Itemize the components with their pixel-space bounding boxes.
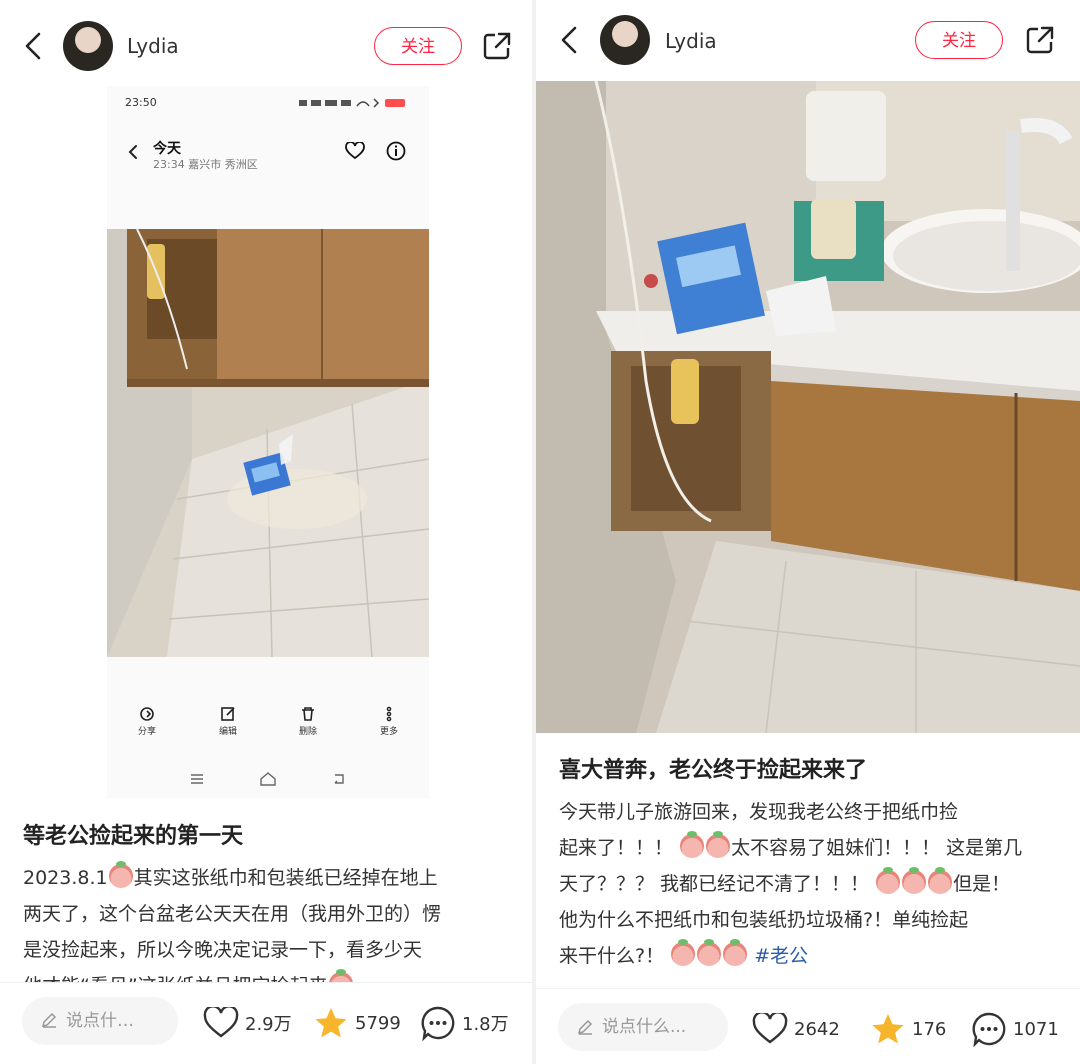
comment-count: 1.8万 [462, 1014, 509, 1035]
like-count: 2642 [794, 1018, 840, 1040]
body-line: 他为什么不把纸巾和包装纸扔垃圾桶?！单纯捡起 [559, 902, 1022, 938]
bathroom-sink-photo [536, 81, 1080, 733]
body-text: 起来了！！！ [559, 837, 674, 859]
post-image-phone-screenshot[interactable]: 23:50 今天 23:34 嘉兴市 秀洲区 分享 编辑 删除 更多 [107, 86, 429, 798]
post-title: 喜大普奔，老公终于捡起来来了 [559, 758, 868, 783]
post-header: Lydia 关注 [536, 0, 1080, 86]
trash-icon [302, 707, 314, 721]
body-line: 两天了，这个台盆老公天天在用（我用外卫的）愣 [23, 896, 441, 932]
post-body: 今天带儿子旅游回来，发现我老公终于把纸巾捡 起来了！！！ 太不容易了姐妹们！！！… [559, 794, 1022, 974]
bottom-action-bar: 说点什… 2.9万 5799 1.8万 [0, 982, 532, 1064]
star-icon [872, 1014, 904, 1044]
crying-emoji-icon [680, 831, 705, 858]
left-post-panel: Lydia 关注 23:50 今天 23:34 嘉兴市 秀洲区 分享 编辑 删除… [0, 0, 532, 1064]
home-icon[interactable] [259, 771, 277, 787]
collect-button[interactable]: 176 [870, 1009, 946, 1049]
body-text: 但是！ [953, 873, 1011, 895]
body-line: 2023.8.1 其实这张纸巾和包装纸已经掉在地上 [23, 860, 441, 896]
avatar[interactable] [600, 15, 650, 65]
status-time: 23:50 [125, 96, 157, 109]
tool-delete-label: 删除 [298, 727, 317, 737]
comment-bubble-icon [421, 1006, 455, 1041]
menu-icon[interactable] [189, 772, 205, 786]
right-post-panel: Lydia 关注 喜大普奔，老公终于捡起来来了 今天带儿子旅游回来，发现我老公终… [536, 0, 1080, 1064]
body-line: 来干什么?！ #老公 [559, 938, 1022, 974]
body-text: 是没捡起来，所以今晚决定记录一下，看多少天 [23, 939, 423, 961]
heart-icon [203, 1007, 239, 1038]
bottom-action-bar: 说点什么... 2642 176 1071 [536, 988, 1080, 1064]
more-icon [386, 706, 392, 722]
heart-icon [752, 1013, 788, 1044]
album-meta: 23:34 嘉兴市 秀洲区 [153, 158, 258, 171]
like-count: 2.9万 [245, 1014, 292, 1035]
follow-button[interactable]: 关注 [374, 27, 462, 65]
body-text: 天了？？？ 我都已经记不清了！！！ [559, 873, 870, 895]
body-line: 起来了！！！ 太不容易了姐妹们！！！ 这是第几 [559, 830, 1022, 866]
body-text: 他为什么不把纸巾和包装纸扔垃圾桶?！单纯捡起 [559, 909, 969, 931]
tool-share[interactable]: 分享 [127, 706, 167, 737]
album-navbar: 今天 23:34 嘉兴市 秀洲区 [107, 126, 429, 186]
crying-emoji-icon [928, 867, 953, 894]
like-button[interactable]: 2.9万 [203, 1003, 292, 1043]
system-nav-bar [107, 768, 429, 792]
heart-icon[interactable] [345, 142, 365, 160]
hashtag-link[interactable]: #老公 [754, 945, 808, 967]
back-arrow-icon[interactable] [558, 24, 580, 56]
comment-button[interactable]: 1.8万 [420, 1003, 509, 1043]
body-line: 今天带儿子旅游回来，发现我老公终于把纸巾捡 [559, 794, 1022, 830]
like-button[interactable]: 2642 [752, 1009, 840, 1049]
comment-count: 1071 [1013, 1018, 1059, 1040]
post-header: Lydia 关注 [0, 0, 532, 86]
body-text: 两天了，这个台盆老公天天在用（我用外卫的）愣 [23, 903, 442, 925]
tool-more-label: 更多 [379, 727, 398, 737]
pen-icon [577, 1019, 593, 1035]
crying-emoji-icon [697, 939, 722, 966]
crying-emoji-icon [706, 831, 731, 858]
body-text: 来干什么?！ [559, 945, 665, 967]
tool-share-label: 分享 [137, 727, 156, 737]
album-title: 今天 [153, 141, 181, 157]
username[interactable]: Lydia [127, 34, 179, 58]
tool-more[interactable]: 更多 [369, 706, 409, 737]
crying-emoji-icon [902, 867, 927, 894]
comment-bubble-icon [972, 1012, 1006, 1047]
status-icons [299, 98, 405, 108]
tool-edit-label: 编辑 [218, 727, 237, 737]
collect-button[interactable]: 5799 [313, 1003, 401, 1043]
body-line: 天了？？？ 我都已经记不清了！！！ 但是！ [559, 866, 1022, 902]
star-icon [315, 1008, 347, 1038]
body-line: 是没捡起来，所以今晚决定记录一下，看多少天 [23, 932, 441, 968]
follow-button[interactable]: 关注 [915, 21, 1003, 59]
edit-icon [221, 707, 235, 721]
star-count: 176 [912, 1018, 947, 1040]
info-icon[interactable] [386, 141, 406, 161]
crying-emoji-icon [723, 939, 748, 966]
pen-icon [41, 1012, 57, 1028]
body-text: 太不容易了姐妹们！！！ 这是第几 [731, 837, 1023, 859]
body-text: 2023.8.1 [23, 867, 108, 889]
crying-emoji-icon [671, 939, 696, 966]
avatar[interactable] [63, 21, 113, 71]
star-count: 5799 [355, 1012, 401, 1034]
bathroom-floor-photo [107, 229, 429, 657]
share-icon[interactable] [481, 30, 513, 62]
crying-emoji-icon [108, 861, 133, 888]
body-text: 其实这张纸巾和包装纸已经掉在地上 [133, 867, 438, 889]
crying-emoji-icon [876, 867, 901, 894]
share-icon[interactable] [1024, 24, 1056, 56]
share-icon [140, 707, 154, 721]
username[interactable]: Lydia [665, 29, 717, 53]
album-toolbar: 分享 编辑 删除 更多 [107, 706, 429, 756]
tool-delete[interactable]: 删除 [288, 706, 328, 737]
post-title: 等老公捡起来的第一天 [23, 824, 244, 849]
tool-edit[interactable]: 编辑 [208, 706, 248, 737]
back-arrow-icon[interactable] [22, 30, 44, 62]
back-gesture-icon[interactable] [331, 772, 347, 786]
comment-button[interactable]: 1071 [971, 1009, 1059, 1049]
body-text: 今天带儿子旅游回来，发现我老公终于把纸巾捡 [559, 801, 959, 823]
album-back-icon[interactable] [127, 144, 139, 160]
